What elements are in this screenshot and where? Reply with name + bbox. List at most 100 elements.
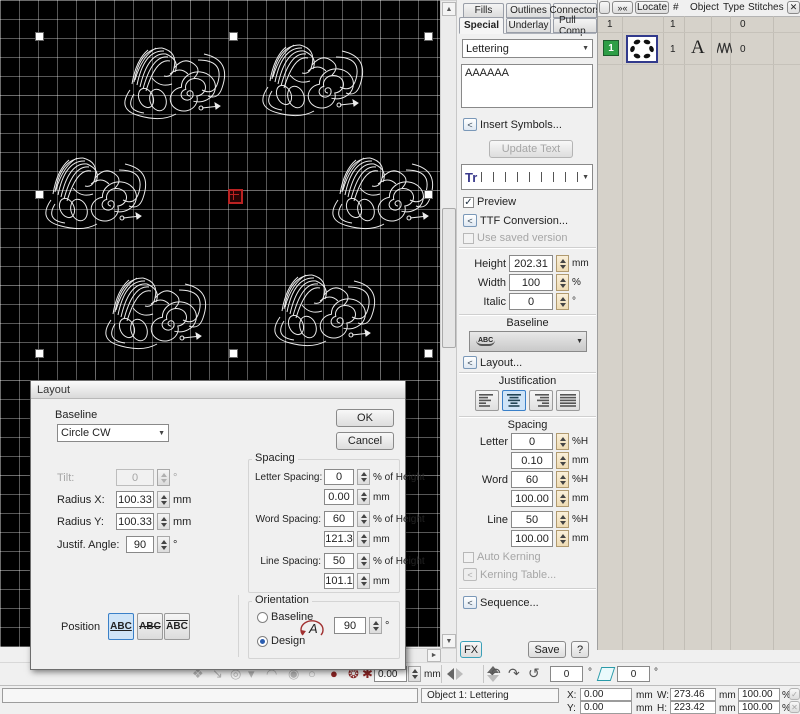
object-type-dropdown[interactable]: Lettering ▼: [462, 39, 593, 58]
justify-full-button[interactable]: [556, 390, 580, 411]
selection-handle[interactable]: [424, 349, 433, 358]
italic-spinner[interactable]: [556, 293, 569, 310]
cancel-button[interactable]: Cancel: [336, 432, 394, 450]
letter-spacing-mm-spinner[interactable]: [357, 489, 370, 505]
y-value[interactable]: 0.00: [580, 701, 632, 714]
dropdown-arrow-icon[interactable]: ▼: [582, 174, 592, 181]
selection-handle[interactable]: [35, 32, 44, 41]
mirror-horizontal-icon[interactable]: [447, 668, 463, 680]
word-spacing-pct-input[interactable]: 60: [324, 511, 354, 527]
selection-handle[interactable]: [35, 349, 44, 358]
rotate-angle-input[interactable]: 0: [550, 666, 583, 682]
position-baseline-middle-button[interactable]: ABC: [137, 613, 163, 640]
layout-expand-button[interactable]: <: [463, 356, 477, 369]
expand-collapse-button[interactable]: »«: [612, 1, 633, 14]
skew-angle-input[interactable]: 0: [617, 666, 650, 682]
word-spacing-mm-input[interactable]: 100.00: [511, 490, 553, 507]
w-percent[interactable]: 100.00: [738, 688, 780, 701]
radius-x-input[interactable]: 100.33: [116, 491, 154, 508]
position-baseline-below-button[interactable]: ABC: [108, 613, 134, 640]
tab-special[interactable]: Special: [459, 17, 504, 34]
preview-checkbox[interactable]: ✓: [463, 197, 474, 208]
word-spacing-mm-input[interactable]: 121.3: [324, 531, 354, 547]
locate-button[interactable]: Locate: [635, 1, 669, 14]
position-baseline-above-button[interactable]: ABC: [164, 613, 190, 640]
selection-handle[interactable]: [35, 190, 44, 199]
line-spacing-pct-spinner[interactable]: [556, 511, 569, 528]
selection-handle[interactable]: [229, 32, 238, 41]
h-percent[interactable]: 100.00: [738, 701, 780, 714]
justif-angle-input[interactable]: 90: [126, 536, 154, 553]
ttf-conversion-label[interactable]: TTF Conversion...: [480, 215, 568, 227]
dropdown-arrow-icon[interactable]: ▼: [582, 45, 592, 52]
canvas-horizontal-scrollbar[interactable]: ►: [404, 648, 457, 663]
word-spacing-pct-spinner[interactable]: [357, 511, 370, 527]
word-spacing-pct-spinner[interactable]: [556, 471, 569, 488]
insert-symbols-label[interactable]: Insert Symbols...: [480, 119, 562, 131]
dialog-title-bar[interactable]: Layout: [31, 381, 405, 399]
letter-spacing-mm-spinner[interactable]: [556, 452, 569, 469]
update-text-button[interactable]: Update Text: [489, 140, 573, 158]
orientation-baseline-radio[interactable]: [257, 612, 268, 623]
ok-button[interactable]: OK: [336, 409, 394, 427]
word-spacing-pct-input[interactable]: 60: [511, 471, 553, 488]
canvas-vertical-scrollbar[interactable]: ▲ ▼: [440, 0, 457, 649]
height-spinner[interactable]: [556, 255, 569, 272]
color-chip[interactable]: 1: [603, 40, 619, 56]
line-spacing-mm-input[interactable]: 100.00: [511, 530, 553, 547]
rotate-reset-icon[interactable]: ↺: [528, 665, 540, 682]
sequence-label[interactable]: Sequence...: [480, 597, 539, 609]
line-spacing-pct-input[interactable]: 50: [511, 511, 553, 528]
letter-spacing-pct-input[interactable]: 0: [324, 469, 354, 485]
orientation-design-radio[interactable]: [257, 636, 268, 647]
x-value[interactable]: 0.00: [580, 688, 632, 701]
word-spacing-mm-spinner[interactable]: [556, 490, 569, 507]
scroll-down-button[interactable]: ▼: [442, 634, 456, 648]
line-spacing-pct-spinner[interactable]: [357, 553, 370, 569]
design-angle-input[interactable]: 90: [334, 617, 366, 634]
help-button[interactable]: ?: [571, 641, 589, 658]
lettering-text-input[interactable]: AAAAAA: [461, 64, 593, 108]
radius-x-spinner[interactable]: [157, 491, 170, 508]
scroll-right-button[interactable]: ►: [427, 649, 441, 662]
baseline-type-dropdown[interactable]: ABC ▼: [469, 331, 587, 352]
justif-angle-spinner[interactable]: [157, 536, 170, 553]
skew-icon[interactable]: [597, 667, 616, 681]
h-value[interactable]: 223.42: [670, 701, 716, 714]
rotate-right-icon[interactable]: ↷: [508, 665, 520, 682]
width-input[interactable]: 100: [509, 274, 553, 291]
sequence-expand-button[interactable]: <: [463, 596, 477, 609]
close-panel-button[interactable]: ✕: [787, 1, 800, 14]
dropdown-arrow-icon[interactable]: ▼: [158, 430, 168, 437]
tab-outlines[interactable]: Outlines: [506, 3, 551, 18]
rotate-left-icon[interactable]: ↶: [489, 665, 501, 682]
radius-y-spinner[interactable]: [157, 513, 170, 530]
scroll-up-button[interactable]: ▲: [442, 2, 456, 16]
line-spacing-mm-spinner[interactable]: [357, 573, 370, 589]
scroll-thumb[interactable]: [442, 208, 456, 348]
width-spinner[interactable]: [556, 274, 569, 291]
line-spacing-mm-spinner[interactable]: [556, 530, 569, 547]
font-preview-dropdown[interactable]: Tr ▼: [461, 164, 593, 190]
justify-right-button[interactable]: [529, 390, 553, 411]
fx-button[interactable]: FX: [460, 641, 482, 658]
justify-left-button[interactable]: [475, 390, 499, 411]
line-spacing-mm-input[interactable]: 101.1: [324, 573, 354, 589]
word-spacing-mm-spinner[interactable]: [357, 531, 370, 547]
letter-spacing-mm-input[interactable]: 0.00: [324, 489, 354, 505]
save-button[interactable]: Save: [528, 641, 566, 658]
radius-y-input[interactable]: 100.33: [116, 513, 154, 530]
offset-spinner[interactable]: [408, 666, 421, 682]
letter-spacing-mm-input[interactable]: 0.10: [511, 452, 553, 469]
line-spacing-pct-input[interactable]: 50: [324, 553, 354, 569]
baseline-dropdown[interactable]: Circle CW ▼: [57, 424, 169, 442]
selection-handle[interactable]: [424, 32, 433, 41]
tab-underlay[interactable]: Underlay: [506, 18, 551, 33]
letter-spacing-pct-spinner[interactable]: [556, 433, 569, 450]
selection-handle[interactable]: [229, 349, 238, 358]
justify-center-button[interactable]: [502, 390, 526, 411]
letter-spacing-pct-input[interactable]: 0: [511, 433, 553, 450]
w-value[interactable]: 273.46: [670, 688, 716, 701]
object-thumbnail[interactable]: [626, 35, 658, 63]
design-angle-spinner[interactable]: [369, 617, 382, 634]
